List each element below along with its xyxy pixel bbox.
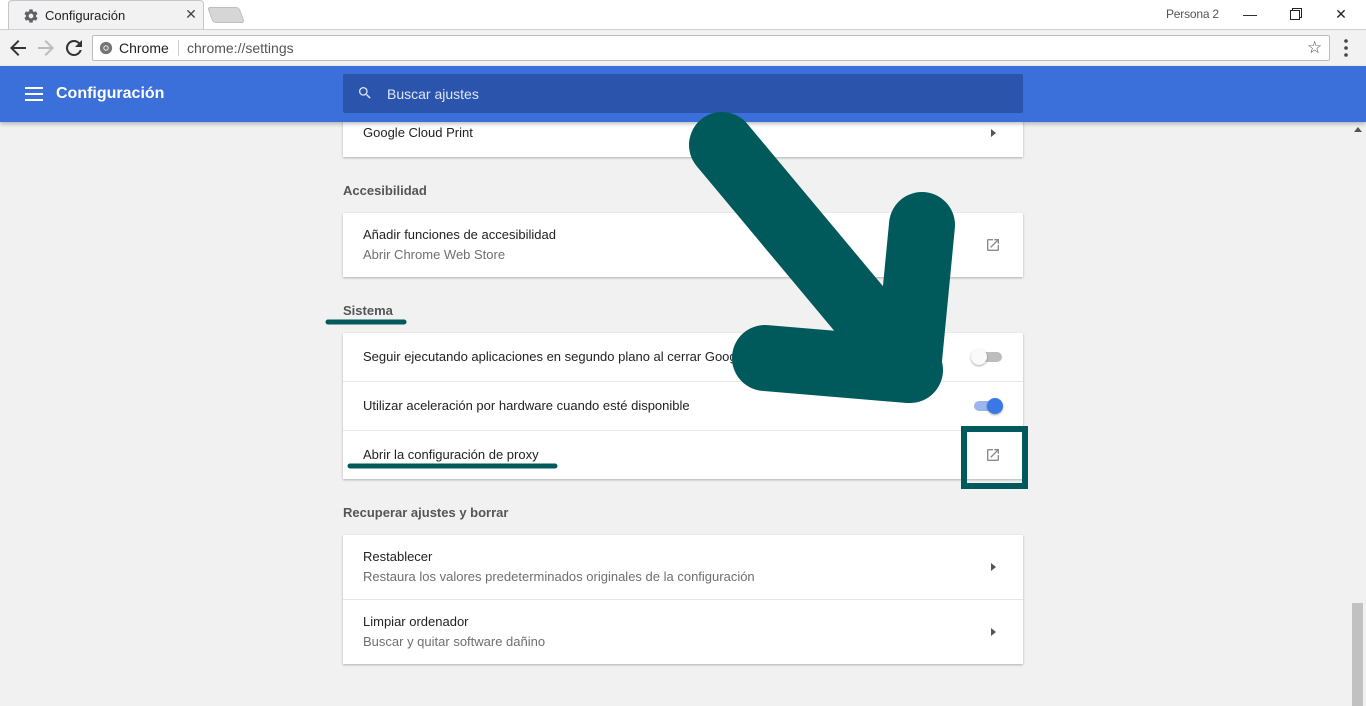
- accessibility-title: Añadir funciones de accesibilidad: [363, 227, 556, 242]
- proxy-label: Abrir la configuración de proxy: [363, 447, 539, 462]
- profile-button[interactable]: Persona 2: [1166, 7, 1219, 21]
- bookmark-star-icon[interactable]: ☆: [1307, 39, 1322, 57]
- hw-accel-toggle[interactable]: [971, 396, 1005, 416]
- chevron-right-icon: [991, 628, 996, 636]
- hw-accel-label: Utilizar aceleración por hardware cuando…: [363, 398, 690, 413]
- browser-toolbar: Chrome chrome://settings ☆: [0, 29, 1366, 66]
- page-title: Configuración: [56, 85, 165, 102]
- scroll-up-arrow-icon[interactable]: [1354, 127, 1362, 132]
- settings-header: Configuración: [0, 66, 1366, 122]
- chrome-menu-icon[interactable]: [1342, 38, 1350, 58]
- restore-title: Restablecer: [363, 549, 433, 564]
- close-window-button[interactable]: ✕: [1318, 0, 1364, 28]
- accessibility-row[interactable]: Añadir funciones de accesibilidad Abrir …: [343, 213, 1023, 277]
- reload-icon[interactable]: [62, 36, 86, 60]
- omnibox-site-label: Chrome: [119, 40, 169, 56]
- clean-computer-subtitle: Buscar y quitar software dañino: [363, 634, 546, 649]
- chrome-icon: [99, 41, 113, 55]
- background-apps-toggle[interactable]: [971, 347, 1005, 367]
- gear-icon: [24, 9, 38, 23]
- clean-computer-row[interactable]: Limpiar ordenador Buscar y quitar softwa…: [343, 599, 1023, 664]
- page-scrollbar[interactable]: [1349, 122, 1366, 706]
- restore-subtitle: Restaura los valores predeterminados ori…: [363, 569, 755, 584]
- scroll-thumb[interactable]: [1352, 603, 1363, 706]
- reset-card: Restablecer Restaura los valores predete…: [343, 535, 1023, 664]
- new-tab-button[interactable]: [207, 7, 245, 23]
- section-heading-system: Sistema: [343, 303, 393, 318]
- background-apps-row: Seguir ejecutando aplicaciones en segund…: [343, 333, 1023, 381]
- back-arrow-icon[interactable]: [6, 36, 30, 60]
- accessibility-subtitle: Abrir Chrome Web Store: [363, 247, 506, 262]
- omnibox-separator: [178, 40, 179, 56]
- forward-arrow-icon[interactable]: [34, 36, 58, 60]
- address-bar[interactable]: Chrome chrome://settings ☆: [92, 35, 1330, 61]
- omnibox-url[interactable]: chrome://settings: [187, 40, 294, 56]
- settings-search[interactable]: [343, 74, 1023, 113]
- annotation-highlight-box: [961, 426, 1028, 489]
- section-heading-reset: Recuperar ajustes y borrar: [343, 505, 509, 520]
- chevron-right-icon: [991, 129, 996, 137]
- cloud-print-label: Google Cloud Print: [363, 125, 473, 140]
- open-external-icon[interactable]: [985, 237, 1001, 253]
- browser-tab-settings[interactable]: Configuración ✕: [8, 0, 204, 30]
- restore-icon: [1290, 8, 1302, 20]
- proxy-row[interactable]: Abrir la configuración de proxy: [343, 430, 1023, 479]
- section-heading-accessibility: Accesibilidad: [343, 183, 427, 198]
- restore-button[interactable]: [1273, 0, 1319, 28]
- hw-accel-row: Utilizar aceleración por hardware cuando…: [343, 381, 1023, 430]
- chevron-right-icon: [991, 563, 996, 571]
- accessibility-card: Añadir funciones de accesibilidad Abrir …: [343, 213, 1023, 277]
- hamburger-menu-icon[interactable]: [25, 87, 43, 101]
- tab-close-icon[interactable]: ✕: [183, 6, 199, 22]
- restore-row[interactable]: Restablecer Restaura los valores predete…: [343, 535, 1023, 599]
- tab-title: Configuración: [45, 8, 126, 23]
- system-card: Seguir ejecutando aplicaciones en segund…: [343, 333, 1023, 479]
- minimize-button[interactable]: —: [1227, 0, 1273, 28]
- browser-titlebar: Configuración ✕ Persona 2 — ✕: [0, 0, 1366, 30]
- search-input[interactable]: [387, 74, 987, 113]
- search-icon: [359, 87, 371, 99]
- clean-computer-title: Limpiar ordenador: [363, 614, 469, 629]
- background-apps-label: Seguir ejecutando aplicaciones en segund…: [363, 349, 737, 364]
